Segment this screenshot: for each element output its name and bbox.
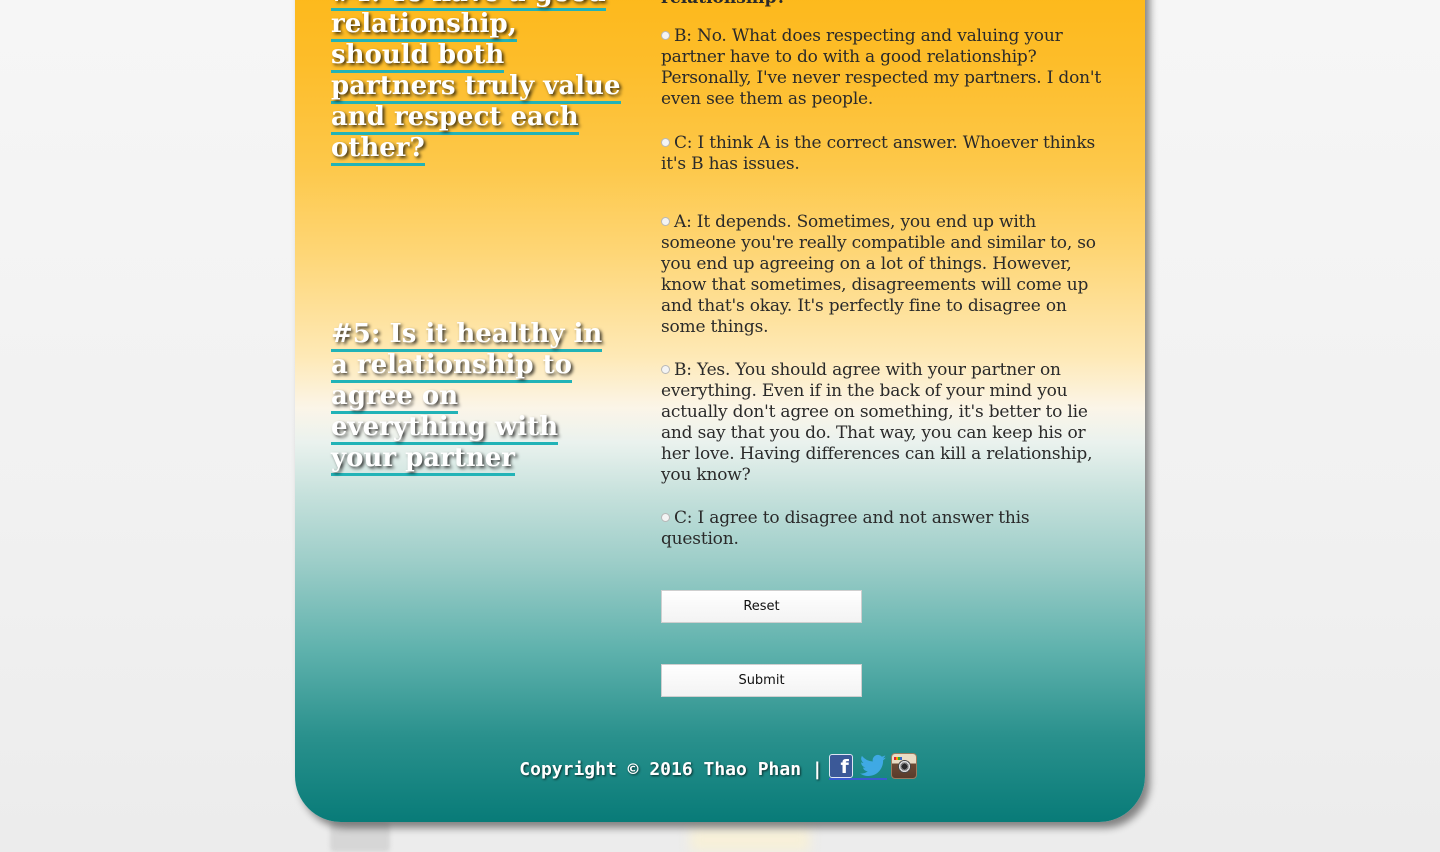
- copyright-text: Copyright © 2016 Thao Phan |: [519, 758, 823, 780]
- question-4-title: #4: To have a good relationship, should …: [331, 0, 621, 166]
- radio-button[interactable]: [661, 138, 670, 147]
- footer: Copyright © 2016 Thao Phan | f: [0, 752, 1440, 780]
- twitter-icon[interactable]: [859, 754, 887, 778]
- background-glow: [690, 828, 810, 852]
- question-5-title-text: #5: Is it healthy in a relationship to a…: [331, 319, 603, 476]
- background-shadow: [330, 822, 390, 852]
- q5-answer-a[interactable]: A: It depends. Sometimes, you end up wit…: [661, 212, 1111, 360]
- question-4-answers: B: No. What does respecting and valuing …: [661, 26, 1111, 175]
- q5-answer-a-text: A: It depends. Sometimes, you end up wit…: [661, 212, 1096, 337]
- q5-answer-b[interactable]: B: Yes. You should agree with your partn…: [661, 360, 1111, 508]
- radio-button[interactable]: [661, 217, 670, 226]
- q4-answer-c[interactable]: C: I think A is the correct answer. Whoe…: [661, 133, 1111, 175]
- q5-answer-b-text: B: Yes. You should agree with your partn…: [661, 360, 1093, 485]
- question-5-title: #5: Is it healthy in a relationship to a…: [331, 319, 621, 476]
- social-links: f: [828, 752, 887, 780]
- radio-button[interactable]: [661, 31, 670, 40]
- radio-button[interactable]: [661, 513, 670, 522]
- q4-answer-c-text: C: I think A is the correct answer. Whoe…: [661, 133, 1096, 174]
- q5-answer-c[interactable]: C: I agree to disagree and not answer th…: [661, 508, 1111, 550]
- submit-button[interactable]: Submit: [661, 664, 862, 697]
- question-5-answers: A: It depends. Sometimes, you end up wit…: [661, 212, 1111, 550]
- question-4-title-text: #4: To have a good relationship, should …: [331, 0, 621, 166]
- q5-answer-c-text: C: I agree to disagree and not answer th…: [661, 508, 1030, 549]
- q4-answer-b[interactable]: B: No. What does respecting and valuing …: [661, 26, 1111, 133]
- reset-button[interactable]: Reset: [661, 590, 862, 623]
- q4-question-cut-text: relationship?: [661, 0, 787, 8]
- radio-button[interactable]: [661, 365, 670, 374]
- q4-answer-b-text: B: No. What does respecting and valuing …: [661, 26, 1102, 109]
- facebook-icon[interactable]: f: [828, 754, 853, 778]
- instagram-icon[interactable]: [890, 753, 917, 779]
